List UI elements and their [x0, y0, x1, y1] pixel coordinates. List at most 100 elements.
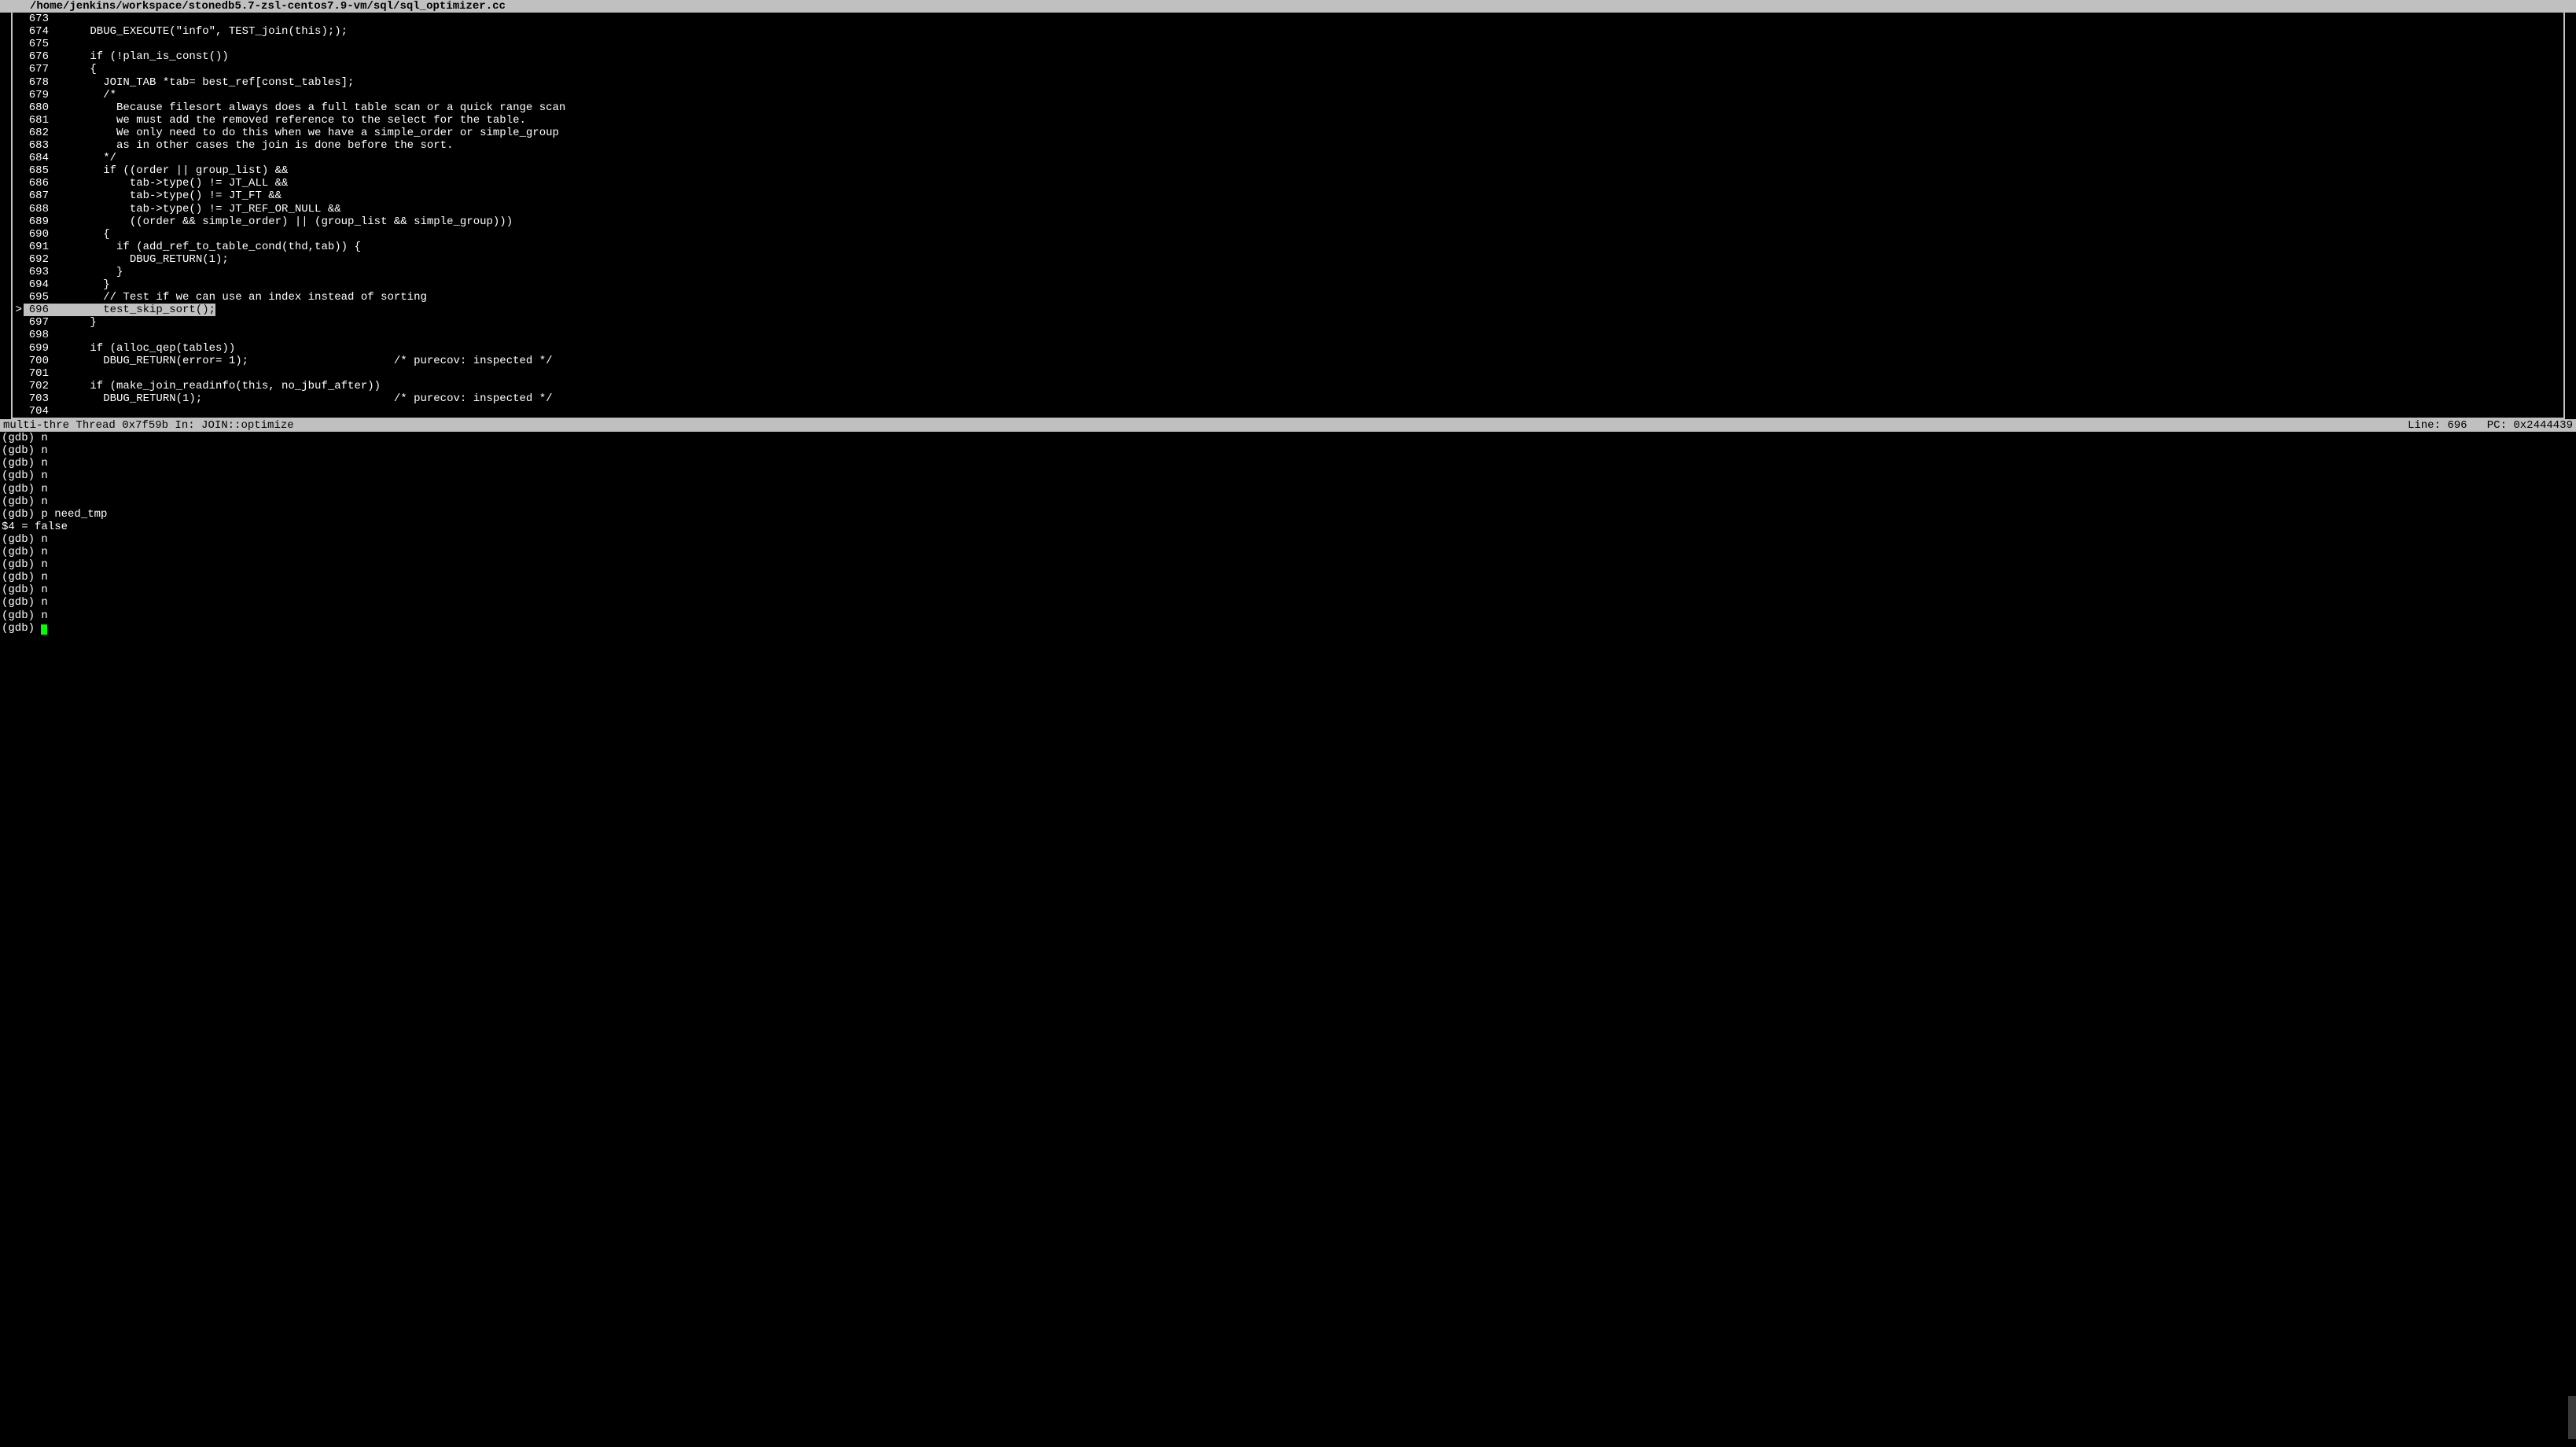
- line-number: 703: [24, 392, 50, 405]
- code-text: tab->type() != JT_ALL &&: [50, 177, 2563, 190]
- code-text: {: [50, 228, 2563, 241]
- console-line: (gdb) n: [2, 483, 2574, 495]
- code-text: tab->type() != JT_REF_OR_NULL &&: [50, 203, 2563, 215]
- current-line-marker: [13, 291, 24, 304]
- source-line: 692 DBUG_RETURN(1);: [13, 253, 2563, 266]
- source-view[interactable]: 673 674 DBUG_EXECUTE("info", TEST_join(t…: [11, 13, 2565, 418]
- gdb-tui-root: /home/jenkins/workspace/stonedb5.7-zsl-c…: [0, 0, 2576, 1447]
- source-line: 676 if (!plan_is_const()): [13, 50, 2563, 63]
- source-line: >696 test_skip_sort();: [13, 304, 2563, 316]
- line-number: 678: [24, 76, 50, 89]
- line-number: 680: [24, 101, 50, 114]
- source-line: 673: [13, 13, 2563, 25]
- source-line: 684 */: [13, 152, 2563, 164]
- source-line: 703 DBUG_RETURN(1); /* purecov: inspecte…: [13, 392, 2563, 405]
- line-number: 685: [24, 164, 50, 177]
- console-line: (gdb) n: [2, 457, 2574, 469]
- source-line: 704: [13, 405, 2563, 418]
- source-line: 680 Because filesort always does a full …: [13, 101, 2563, 114]
- current-line-marker: [13, 50, 24, 63]
- code-text: if (!plan_is_const()): [50, 50, 2563, 63]
- current-line-marker: [13, 241, 24, 253]
- line-number: 673: [24, 13, 50, 25]
- code-text: tab->type() != JT_FT &&: [50, 190, 2563, 202]
- line-number: 692: [24, 253, 50, 266]
- current-line-marker: [13, 38, 24, 50]
- code-text: ((order && simple_order) || (group_list …: [50, 215, 2563, 228]
- status-bar: multi-thre Thread 0x7f59b In: JOIN::opti…: [0, 419, 2576, 432]
- code-text: we must add the removed reference to the…: [50, 114, 2563, 127]
- line-number: 698: [24, 329, 50, 341]
- source-line: 698: [13, 329, 2563, 341]
- current-line-marker: [13, 278, 24, 291]
- code-text: if ((order || group_list) &&: [50, 164, 2563, 177]
- current-line-marker: [13, 228, 24, 241]
- code-text: if (add_ref_to_table_cond(thd,tab)) {: [50, 241, 2563, 253]
- line-number: 681: [24, 114, 50, 127]
- console-line: (gdb) n: [2, 609, 2574, 622]
- console-line: (gdb) n: [2, 546, 2574, 558]
- source-line: 689 ((order && simple_order) || (group_l…: [13, 215, 2563, 228]
- current-line-marker: [13, 253, 24, 266]
- source-line: 695 // Test if we can use an index inste…: [13, 291, 2563, 304]
- console-line: (gdb) n: [2, 469, 2574, 482]
- console-line: (gdb) n: [2, 495, 2574, 508]
- code-text: [50, 13, 2563, 25]
- code-text: test_skip_sort();: [50, 304, 2563, 316]
- source-line: 690 {: [13, 228, 2563, 241]
- source-line: 685 if ((order || group_list) &&: [13, 164, 2563, 177]
- current-line-marker: [13, 203, 24, 215]
- code-text: DBUG_EXECUTE("info", TEST_join(this););: [50, 25, 2563, 38]
- scrollbar-thumb[interactable]: [2568, 1396, 2576, 1439]
- line-number: 676: [24, 50, 50, 63]
- source-line: 691 if (add_ref_to_table_cond(thd,tab)) …: [13, 241, 2563, 253]
- line-number: 684: [24, 152, 50, 164]
- console-line: (gdb) n: [2, 596, 2574, 609]
- source-line: 679 /*: [13, 89, 2563, 101]
- code-text: Because filesort always does a full tabl…: [50, 101, 2563, 114]
- line-number: 701: [24, 367, 50, 380]
- current-line-marker: [13, 164, 24, 177]
- code-text: */: [50, 152, 2563, 164]
- line-number: 691: [24, 241, 50, 253]
- source-line: 687 tab->type() != JT_FT &&: [13, 190, 2563, 202]
- current-line-marker: >: [13, 304, 24, 316]
- line-number: 702: [24, 380, 50, 392]
- code-text: DBUG_RETURN(error= 1); /* purecov: inspe…: [50, 355, 2563, 367]
- line-number: 700: [24, 355, 50, 367]
- current-line-marker: [13, 380, 24, 392]
- line-number: 688: [24, 203, 50, 215]
- line-number: 689: [24, 215, 50, 228]
- current-line-marker: [13, 13, 24, 25]
- gdb-prompt: (gdb): [2, 622, 41, 635]
- source-file-path: /home/jenkins/workspace/stonedb5.7-zsl-c…: [30, 0, 506, 13]
- gdb-prompt-line[interactable]: (gdb): [2, 622, 2574, 635]
- status-right: Line: 696 PC: 0x2444439: [2408, 419, 2573, 432]
- code-text: We only need to do this when we have a s…: [50, 127, 2563, 139]
- current-line-marker: [13, 392, 24, 405]
- source-line: 682 We only need to do this when we have…: [13, 127, 2563, 139]
- cursor[interactable]: [41, 624, 47, 635]
- line-number: 674: [24, 25, 50, 38]
- console-line: (gdb) n: [2, 584, 2574, 596]
- gdb-console[interactable]: (gdb) n(gdb) n(gdb) n(gdb) n(gdb) n(gdb)…: [0, 432, 2576, 1447]
- line-number: 690: [24, 228, 50, 241]
- line-number: 697: [24, 316, 50, 329]
- source-line: 688 tab->type() != JT_REF_OR_NULL &&: [13, 203, 2563, 215]
- line-number: 682: [24, 127, 50, 139]
- code-text: [50, 38, 2563, 50]
- code-text: // Test if we can use an index instead o…: [50, 291, 2563, 304]
- source-line: 686 tab->type() != JT_ALL &&: [13, 177, 2563, 190]
- console-line: (gdb) n: [2, 558, 2574, 571]
- current-line-marker: [13, 63, 24, 75]
- line-number: 687: [24, 190, 50, 202]
- current-line-marker: [13, 101, 24, 114]
- code-text: DBUG_RETURN(1);: [50, 253, 2563, 266]
- current-line-marker: [13, 329, 24, 341]
- source-line: 681 we must add the removed reference to…: [13, 114, 2563, 127]
- console-line: (gdb) n: [2, 571, 2574, 584]
- code-text: }: [50, 278, 2563, 291]
- source-line: 699 if (alloc_qep(tables)): [13, 342, 2563, 355]
- line-number: 704: [24, 405, 50, 418]
- source-line: 683 as in other cases the join is done b…: [13, 139, 2563, 152]
